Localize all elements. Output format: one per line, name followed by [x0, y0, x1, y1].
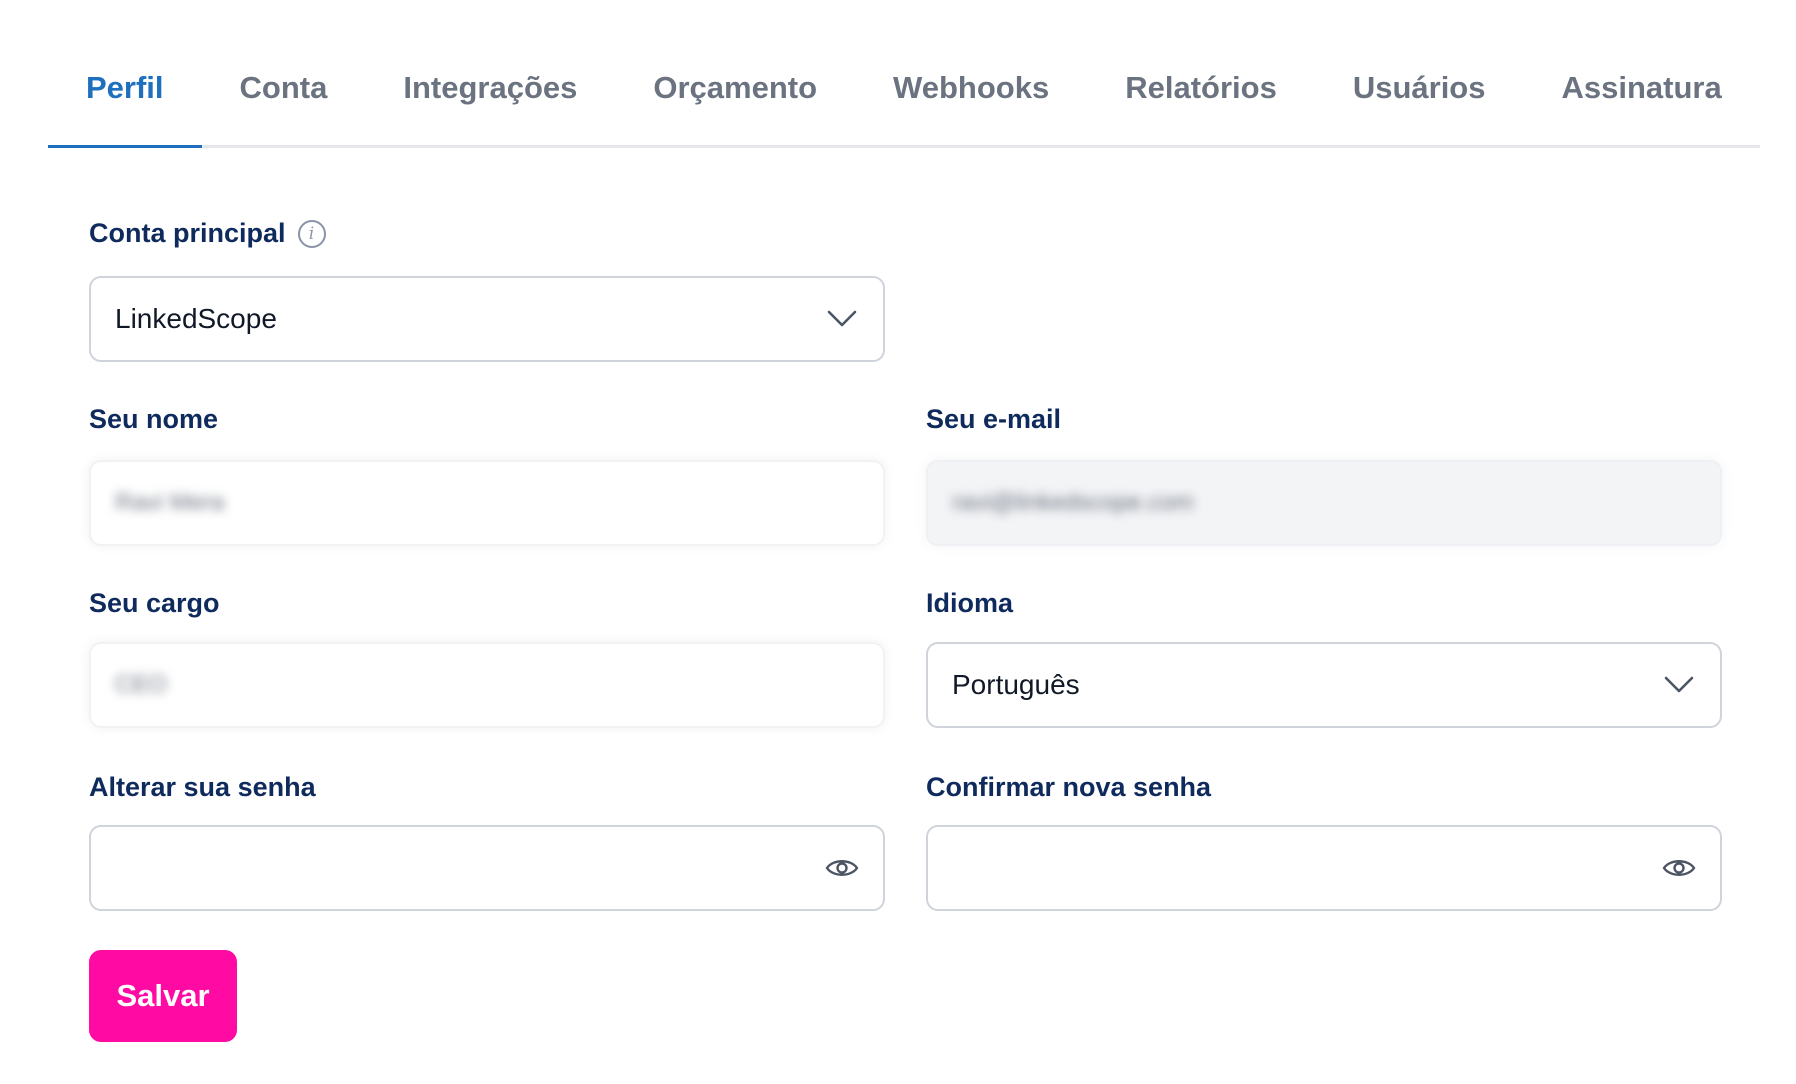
role-input[interactable]: CEO — [89, 642, 885, 728]
name-label-text: Seu nome — [89, 404, 219, 434]
confirm-password-input[interactable] — [926, 825, 1722, 911]
tab-webhooks[interactable]: Webhooks — [855, 30, 1087, 145]
confirm-password-label: Confirmar nova senha — [926, 772, 1211, 803]
eye-icon[interactable] — [1662, 851, 1696, 885]
chevron-down-icon — [825, 302, 859, 336]
language-label-text: Idioma — [926, 588, 1014, 618]
new-password-label-text: Alterar sua senha — [89, 772, 316, 802]
main-account-label: Conta principal i — [89, 218, 326, 249]
tab-usuarios[interactable]: Usuários — [1315, 30, 1524, 145]
email-label: Seu e-mail — [926, 404, 1061, 435]
new-password-input[interactable] — [89, 825, 885, 911]
settings-tabs: Perfil Conta Integrações Orçamento Webho… — [48, 30, 1760, 148]
name-label: Seu nome — [89, 404, 218, 435]
chevron-down-icon — [1662, 668, 1696, 702]
info-icon[interactable]: i — [297, 219, 326, 248]
tab-orcamento[interactable]: Orçamento — [615, 30, 855, 145]
tab-perfil[interactable]: Perfil — [48, 30, 202, 148]
name-value: Ravi Mera — [115, 489, 225, 516]
eye-icon[interactable] — [825, 851, 859, 885]
email-label-text: Seu e-mail — [926, 404, 1062, 434]
settings-page: Perfil Conta Integrações Orçamento Webho… — [0, 0, 1796, 1084]
confirm-password-label-text: Confirmar nova senha — [926, 772, 1212, 802]
language-value: Português — [952, 669, 1080, 700]
new-password-label: Alterar sua senha — [89, 772, 316, 803]
email-field: ravi@linkedscope.com — [926, 460, 1722, 546]
role-label-text: Seu cargo — [89, 588, 220, 618]
main-account-label-text: Conta principal — [89, 218, 286, 248]
tab-relatorios[interactable]: Relatórios — [1087, 30, 1315, 145]
role-value: CEO — [115, 671, 168, 698]
main-account-select[interactable]: LinkedScope — [89, 276, 885, 362]
tab-integracoes[interactable]: Integrações — [365, 30, 615, 145]
name-input[interactable]: Ravi Mera — [89, 460, 885, 546]
language-select[interactable]: Português — [926, 642, 1722, 728]
save-button[interactable]: Salvar — [89, 950, 237, 1042]
email-value: ravi@linkedscope.com — [952, 489, 1194, 516]
tab-assinatura[interactable]: Assinatura — [1524, 30, 1760, 145]
main-account-value: LinkedScope — [115, 303, 277, 334]
tab-conta[interactable]: Conta — [202, 30, 366, 145]
language-label: Idioma — [926, 588, 1013, 619]
role-label: Seu cargo — [89, 588, 220, 619]
